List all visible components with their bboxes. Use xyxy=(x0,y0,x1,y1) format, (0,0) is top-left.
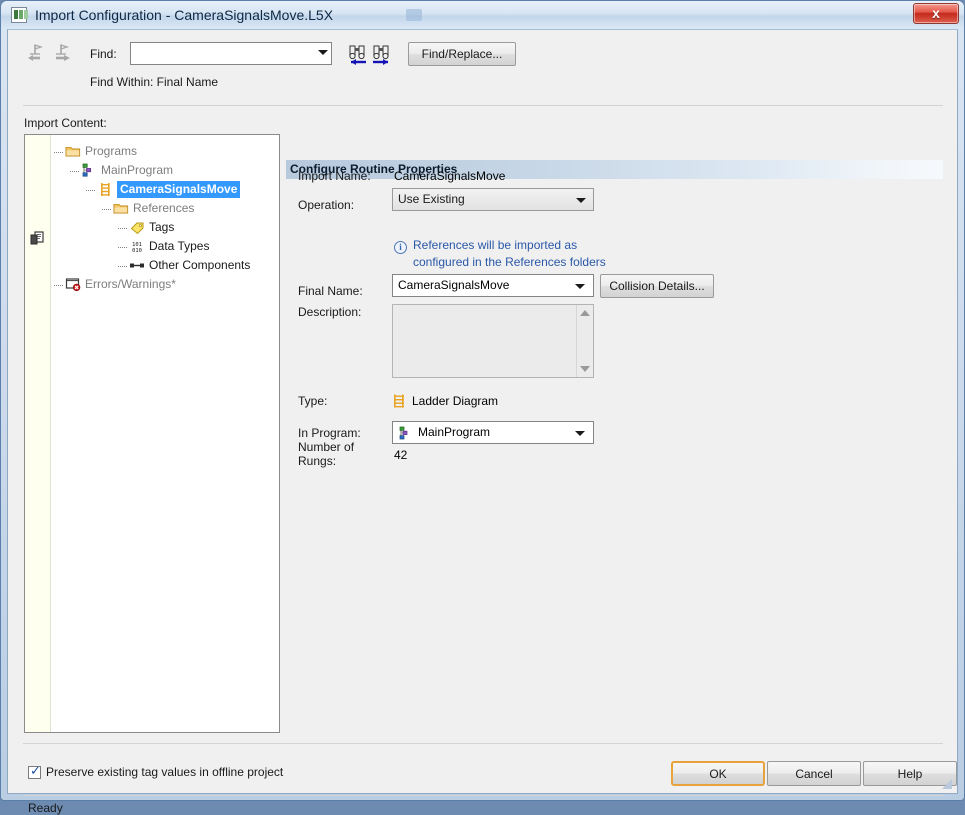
other-components-icon xyxy=(129,258,145,273)
import-content-label: Import Content: xyxy=(24,116,107,130)
info-note-line-2: configured in the References folders xyxy=(413,255,606,269)
tree-item-list: Programs MainProgram CameraSignalsMove Refe… xyxy=(51,135,279,732)
find-toolbar: Find: xyxy=(8,30,957,106)
final-name-label: Final Name: xyxy=(298,284,363,298)
footer-divider xyxy=(23,743,943,744)
info-note-line-1: References will be imported as xyxy=(413,238,577,252)
status-divider xyxy=(23,795,943,796)
find-within-label: Find Within: Final Name xyxy=(90,75,218,89)
tree-item-label: Other Components xyxy=(149,257,250,274)
import-configuration-dialog: Import Configuration - CameraSignalsMove… xyxy=(0,0,965,801)
tag-icon xyxy=(129,220,145,235)
operation-dropdown[interactable]: Use Existing xyxy=(392,188,594,211)
type-label: Type: xyxy=(298,394,327,408)
status-bar-text: Ready xyxy=(28,801,63,815)
close-button-glyph: x xyxy=(914,4,958,23)
find-replace-button[interactable]: Find/Replace... xyxy=(408,42,516,66)
tree-item-label: Programs xyxy=(85,143,137,160)
errors-warnings-icon xyxy=(65,277,81,292)
tree-item-label: Errors/Warnings* xyxy=(85,276,176,293)
rungs-value: 42 xyxy=(394,448,407,462)
import-content-tree[interactable]: Programs MainProgram CameraSignalsMove Refe… xyxy=(24,134,280,733)
rungs-label-line-2: Rungs: xyxy=(298,454,336,468)
program-icon xyxy=(399,426,413,441)
preserve-tag-values-checkbox[interactable]: ✓ xyxy=(28,766,41,779)
section-header: Configure Routine Properties xyxy=(286,160,943,179)
tree-connector xyxy=(118,228,127,229)
program-icon xyxy=(81,163,97,178)
window-title: Import Configuration - CameraSignalsMove… xyxy=(35,5,333,25)
chevron-down-icon[interactable] xyxy=(576,198,586,203)
ladder-diagram-icon xyxy=(393,394,405,408)
title-bar: Import Configuration - CameraSignalsMove… xyxy=(1,1,964,29)
tree-item-label: References xyxy=(133,200,194,217)
toolbar-divider xyxy=(23,105,943,106)
next-flag-icon[interactable] xyxy=(52,42,74,64)
info-circle-icon: i xyxy=(394,241,407,254)
application-icon xyxy=(11,7,27,23)
titlebar-decoration xyxy=(406,9,422,21)
checkmark-icon: ✓ xyxy=(30,764,41,779)
find-combobox[interactable] xyxy=(130,42,332,65)
scroll-down-icon[interactable] xyxy=(580,366,590,372)
tree-connector xyxy=(54,285,63,286)
tree-item-label: Tags xyxy=(149,219,174,236)
tree-gutter xyxy=(25,135,51,732)
in-program-value: MainProgram xyxy=(418,424,490,441)
tree-item-label: CameraSignalsMove xyxy=(117,181,240,198)
ok-button[interactable]: OK xyxy=(671,761,765,786)
find-label: Find: xyxy=(90,47,117,61)
tree-connector xyxy=(102,209,111,210)
app-icon-bar-2 xyxy=(19,10,23,19)
dialog-client-area: Find: xyxy=(7,29,958,794)
close-icon[interactable]: x xyxy=(913,3,959,24)
tree-connector xyxy=(54,152,63,153)
in-program-dropdown[interactable]: MainProgram xyxy=(392,421,594,444)
find-input[interactable] xyxy=(131,43,311,64)
data-types-icon: 101010 xyxy=(129,239,145,254)
resize-grip-icon[interactable] xyxy=(940,777,953,790)
import-name-label: Import Name: xyxy=(298,169,371,183)
preserve-tag-values-label[interactable]: Preserve existing tag values in offline … xyxy=(46,765,283,779)
final-name-value: CameraSignalsMove xyxy=(398,277,509,294)
binoculars-left-icon[interactable] xyxy=(346,43,370,65)
import-name-value: CameraSignalsMove xyxy=(394,169,505,183)
type-value: Ladder Diagram xyxy=(412,394,498,408)
properties-panel: Configure Routine Properties xyxy=(286,134,943,733)
tree-item-label: Data Types xyxy=(149,238,209,255)
ladder-routine-icon xyxy=(97,182,113,197)
operation-value: Use Existing xyxy=(398,191,465,208)
folder-icon xyxy=(113,201,129,216)
chevron-down-icon[interactable] xyxy=(575,431,585,436)
app-icon-bar-3 xyxy=(24,10,28,19)
cancel-button[interactable]: Cancel xyxy=(767,761,861,786)
rungs-label-line-1: Number of xyxy=(298,440,354,454)
binoculars-right-icon[interactable] xyxy=(370,43,394,65)
chevron-down-icon[interactable] xyxy=(575,284,585,289)
tree-connector xyxy=(118,247,127,248)
final-name-dropdown[interactable]: CameraSignalsMove xyxy=(392,274,594,297)
svg-text:010: 010 xyxy=(132,248,142,254)
tree-connector xyxy=(70,171,79,172)
app-icon-bar-1 xyxy=(14,10,18,19)
tree-connector xyxy=(118,266,127,267)
tree-item-label: MainProgram xyxy=(101,162,173,179)
previous-flag-icon[interactable] xyxy=(24,42,46,64)
scroll-up-icon[interactable] xyxy=(580,310,590,316)
folder-icon xyxy=(65,144,81,159)
description-field-wrapper[interactable] xyxy=(392,304,594,378)
description-textarea[interactable] xyxy=(393,305,574,377)
description-scrollbar[interactable] xyxy=(576,305,593,377)
copy-pages-icon[interactable] xyxy=(30,231,47,247)
in-program-label: In Program: xyxy=(298,426,361,440)
chevron-down-icon[interactable] xyxy=(318,50,328,55)
operation-label: Operation: xyxy=(298,198,354,212)
collision-details-button[interactable]: Collision Details... xyxy=(600,274,714,298)
tree-connector xyxy=(86,190,95,191)
description-label: Description: xyxy=(298,305,361,319)
